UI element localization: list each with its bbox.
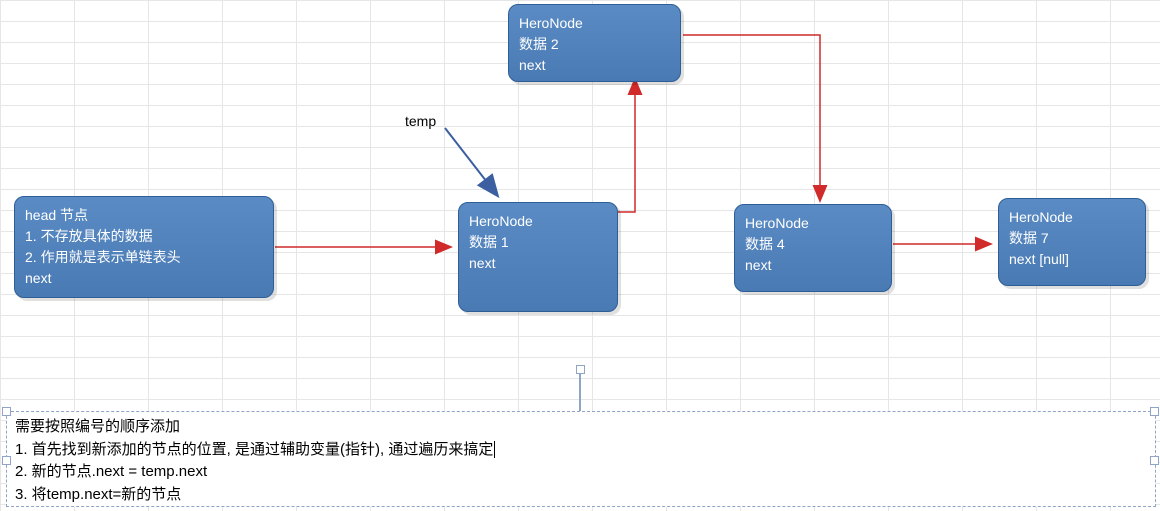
node-n1-line2: 数据 1 — [469, 234, 509, 250]
rotation-stem — [579, 374, 581, 412]
selection-handle[interactable] — [1150, 456, 1159, 465]
rotation-handle[interactable] — [575, 365, 585, 411]
node-n7-line3: next [null] — [1009, 251, 1069, 267]
diagram-canvas: head 节点 1. 不存放具体的数据 2. 作用就是表示单链表头 next H… — [0, 0, 1160, 511]
node-head-line1: head 节点 — [25, 207, 88, 223]
node-heronode-2: HeroNode 数据 2 next — [508, 4, 681, 82]
notes-step1: 1. 首先找到新添加的节点的位置, 是通过辅助变量(指针), 通过遍历来搞定 — [15, 439, 1147, 462]
node-head-line2: 1. 不存放具体的数据 — [25, 228, 153, 244]
node-heronode-4: HeroNode 数据 4 next — [734, 204, 892, 292]
selection-handle[interactable] — [1150, 407, 1159, 416]
node-n2-line1: HeroNode — [519, 15, 583, 31]
selection-handle[interactable] — [576, 365, 585, 374]
node-n4-line3: next — [745, 257, 771, 273]
node-n4-line2: 数据 4 — [745, 236, 785, 252]
label-temp: temp — [405, 113, 436, 129]
node-n4-line1: HeroNode — [745, 215, 809, 231]
node-head-line3: 2. 作用就是表示单链表头 — [25, 249, 181, 265]
notes-step2: 2. 新的节点.next = temp.next — [15, 461, 1147, 484]
notes-step3: 3. 将temp.next=新的节点 — [15, 484, 1147, 507]
node-n7-line1: HeroNode — [1009, 209, 1073, 225]
node-n2-line3: next — [519, 57, 545, 73]
node-n7-line2: 数据 7 — [1009, 230, 1049, 246]
notes-textbox[interactable]: 需要按照编号的顺序添加 1. 首先找到新添加的节点的位置, 是通过辅助变量(指针… — [6, 411, 1156, 507]
node-head-line4: next — [25, 270, 51, 286]
notes-title: 需要按照编号的顺序添加 — [15, 416, 1147, 439]
node-heronode-1: HeroNode 数据 1 next — [458, 202, 618, 312]
node-n2-line2: 数据 2 — [519, 36, 559, 52]
node-heronode-7: HeroNode 数据 7 next [null] — [998, 198, 1146, 286]
selection-handle[interactable] — [2, 407, 11, 416]
arrow-n2-to-n4 — [683, 35, 820, 200]
node-head: head 节点 1. 不存放具体的数据 2. 作用就是表示单链表头 next — [14, 196, 274, 298]
node-n1-line1: HeroNode — [469, 213, 533, 229]
text-caret — [494, 441, 495, 458]
arrow-n1-to-n2 — [617, 80, 635, 212]
arrow-temp-pointer — [445, 128, 497, 195]
node-n1-line3: next — [469, 255, 495, 271]
selection-handle[interactable] — [2, 456, 11, 465]
